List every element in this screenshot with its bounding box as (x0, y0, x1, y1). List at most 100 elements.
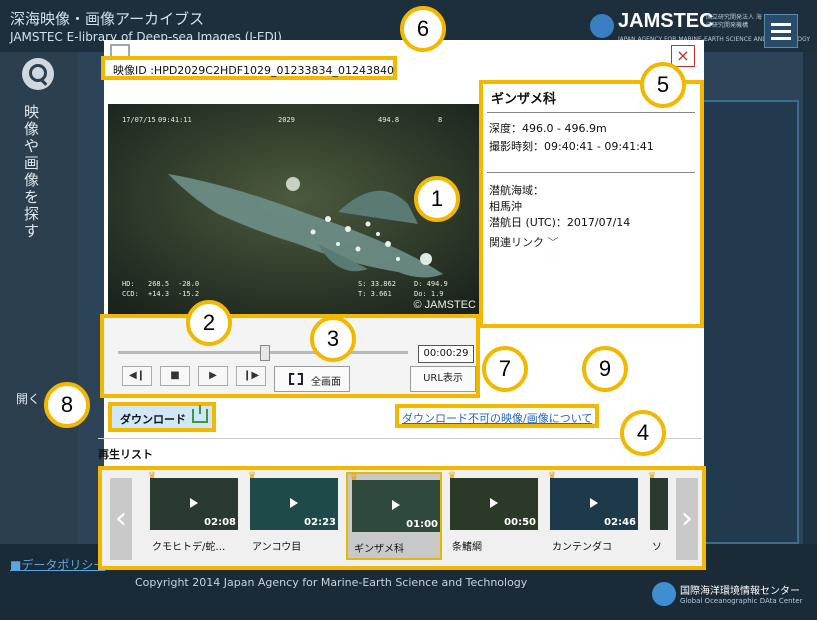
play-icon (392, 500, 400, 510)
playlist-caption: ギンザメ科 (354, 544, 404, 555)
playlist-item[interactable]: ♛ 01:00 ギンザメ科 (346, 472, 442, 560)
playlist-caption: アンコウ目 (252, 542, 302, 553)
playlist-item[interactable]: ♛ 02:23 アンコウ目 (246, 472, 342, 560)
godac-logo[interactable]: 国際海洋環境情報センター Global Oceanographic DAta C… (652, 582, 812, 612)
playlist-thumbnail (650, 478, 668, 530)
annotation-badge-2: 2 (186, 300, 232, 346)
dive-date: 潜航日 (UTC)：2017/07/14 (489, 216, 631, 229)
divider (98, 438, 702, 439)
play-icon (290, 498, 298, 508)
time-info: 撮影時刻：09:40:41 - 09:41:41 (489, 140, 654, 153)
annotation-badge-3: 3 (310, 316, 356, 362)
jamstec-watermark: © JAMSTEC (413, 299, 477, 311)
fullscreen-label: 全画面 (311, 377, 341, 388)
osd-salinity: S: 33.862 (358, 280, 396, 288)
playlist-next-button[interactable]: › (676, 478, 698, 560)
sidebar-search-label[interactable]: 映像や画像を探す (24, 104, 46, 240)
playlist-item[interactable]: ♛ 02:08 クモヒトデ/蛇… (146, 472, 242, 560)
playlist-thumbnail: 02:46 (550, 478, 638, 530)
timecode-display: 00:00:29 (418, 345, 474, 363)
playlist-title: 再生リスト (98, 448, 153, 461)
osd-8: 8 (438, 116, 443, 124)
playlist-thumbnail: 02:08 (150, 478, 238, 530)
godac-en: Global Oceanographic DAta Center (680, 597, 803, 605)
hamburger-menu-button[interactable] (764, 14, 798, 48)
search-icon[interactable] (22, 58, 54, 90)
godac-logo-icon (652, 582, 676, 606)
jamstec-logo-icon (590, 14, 614, 38)
playlist-caption: クモヒトデ/蛇… (152, 542, 226, 553)
osd-time: 09:41:11 (158, 116, 192, 124)
osd-temperature: T: 3.661 (358, 290, 392, 298)
logo-text: JAMSTEC (618, 10, 714, 32)
stop-icon[interactable]: ■ (160, 366, 190, 386)
osd-depth: 494.8 (378, 116, 400, 124)
playlist-duration: 00:50 (504, 517, 536, 528)
info-panel: ギンザメ科 深度：496.0 - 496.9m 撮影時刻：09:40:41 - … (479, 80, 704, 328)
site-title[interactable]: 深海映像・画像アーカイブス (10, 8, 204, 29)
playlist-thumbnail: 02:23 (250, 478, 338, 530)
play-icon (190, 498, 198, 508)
close-button[interactable]: × (671, 45, 695, 67)
about-download-link[interactable]: ダウンロード不可の映像/画像について (402, 410, 592, 426)
playlist-duration: 01:00 (406, 519, 438, 530)
download-button[interactable]: ダウンロード (108, 402, 216, 432)
playlist-item[interactable]: ♛ 02:46 カンテンダコ (546, 472, 642, 560)
copyright-text: Copyright 2014 Japan Agency for Marine-E… (135, 576, 528, 589)
related-links-label: 関連リンク (489, 236, 544, 249)
play-icon (490, 498, 498, 508)
annotation-badge-7: 7 (482, 346, 528, 392)
osd-do: Do: 1.9 (414, 290, 444, 298)
osd-depth-d: D: 494.9 (414, 280, 448, 288)
playlist-prev-button[interactable]: ‹ (110, 478, 132, 560)
godac-jp: 国際海洋環境情報センター (680, 586, 800, 597)
depth-info: 深度：496.0 - 496.9m (489, 122, 607, 135)
osd-hd-value: 268.5 (148, 280, 170, 288)
chevron-down-icon: ﹀ (547, 236, 559, 249)
annotation-badge-1: 1 (414, 176, 460, 222)
osd-date: 17/07/15 (122, 116, 156, 124)
data-policy-link[interactable]: ■データポリシー (10, 556, 105, 573)
annotation-badge-9: 9 (582, 346, 628, 392)
osd-hd-label: HD: (122, 280, 135, 288)
results-panel (700, 100, 799, 544)
annotation-badge-6: 6 (400, 6, 446, 52)
area-value: 相馬沖 (489, 200, 522, 213)
skip-back-icon[interactable]: ◀❙ (122, 366, 152, 386)
playlist-caption: カンテンダコ (552, 542, 612, 553)
osd-dive: 2029 (278, 116, 295, 124)
playlist-duration: 02:23 (304, 517, 336, 528)
fullscreen-button[interactable]: 全画面 (274, 366, 350, 392)
play-icon[interactable]: ▶ (198, 366, 228, 386)
playlist-item[interactable]: ♛ 00:50 条鰭綱 (446, 472, 542, 560)
download-icon (192, 405, 208, 423)
fullscreen-icon (289, 373, 303, 385)
play-icon (590, 498, 598, 508)
osd-ccd-label: CCD: (122, 290, 139, 298)
osd-ccd-value: +14.3 (148, 290, 170, 298)
playlist-thumbnail: 01:00 (352, 480, 440, 532)
playlist-duration: 02:08 (204, 517, 236, 528)
logo-jp-text: 国立研究開発法人 海洋研究開発機構 (706, 14, 762, 29)
video-id-highlight: 映像ID :HPD2029C2HDF1029_01233834_01243840 (101, 56, 397, 80)
annotation-badge-4: 4 (620, 410, 666, 456)
playlist-caption: ソ (652, 542, 662, 553)
species-name: ギンザメ科 (491, 92, 557, 107)
sidebar-open-label[interactable]: 開く (16, 390, 40, 407)
about-download-highlight: ダウンロード不可の映像/画像について (395, 404, 599, 428)
divider (487, 172, 695, 173)
url-display-button[interactable]: URL表示 (410, 366, 476, 392)
related-links[interactable]: 関連リンク ﹀ (489, 234, 559, 250)
playlist-caption: 条鰭綱 (452, 542, 482, 553)
playlist-thumbnail: 00:50 (450, 478, 538, 530)
playlist-duration: 02:46 (604, 517, 636, 528)
jamstec-logo[interactable]: JAMSTEC JAPAN AGENCY FOR MARINE-EARTH SC… (590, 10, 810, 44)
download-label: ダウンロード (120, 413, 186, 426)
seek-handle[interactable] (260, 345, 270, 361)
annotation-badge-8: 8 (44, 382, 90, 428)
skip-forward-icon[interactable]: ❙▶ (236, 366, 266, 386)
annotation-badge-5: 5 (640, 62, 686, 108)
area-label: 潜航海域： (489, 184, 544, 197)
divider (487, 112, 695, 113)
playlist-item[interactable]: ♛ ソ (646, 472, 668, 560)
